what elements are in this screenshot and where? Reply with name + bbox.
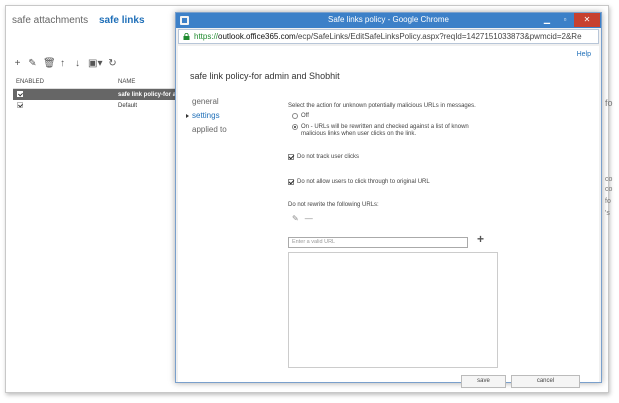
click-through-checkbox[interactable] <box>288 179 294 185</box>
minus-icon[interactable]: — <box>305 214 313 223</box>
click-through-option[interactable]: Do not allow users to click through to o… <box>288 179 430 185</box>
refresh-icon[interactable]: ↻ <box>108 58 117 69</box>
lock-icon <box>183 33 190 40</box>
nav-settings-label: settings <box>192 111 220 120</box>
enabled-checkbox[interactable] <box>17 101 23 108</box>
track-clicks-option[interactable]: Do not track user clicks <box>288 154 359 160</box>
radio-on-label: On - URLs will be rewritten and checked … <box>301 124 469 138</box>
table-row[interactable]: safe link policy-for ad <box>13 89 181 100</box>
add-url-icon[interactable]: + <box>477 232 484 246</box>
policy-name: safe link policy-for ad <box>118 91 180 98</box>
url-host: outlook.office365.com <box>218 32 296 41</box>
add-icon[interactable]: + <box>13 58 22 69</box>
maximize-icon[interactable]: ▫ <box>556 13 574 27</box>
action-label: Select the action for unknown potentiall… <box>288 103 476 109</box>
address-bar[interactable]: https://outlook.office365.com/ecp/SafeLi… <box>178 29 599 44</box>
move-up-icon[interactable]: ↑ <box>58 58 67 69</box>
edit-icon[interactable]: ✎ <box>28 58 37 69</box>
title-bar[interactable]: Safe links policy - Google Chrome ▁ ▫ ✕ <box>176 13 601 28</box>
table-header: ENABLED NAME <box>13 75 181 89</box>
close-icon[interactable]: ✕ <box>574 13 600 27</box>
radio-off-button[interactable] <box>292 113 298 119</box>
console-toolbar: + ✎ 🗑 ↑ ↓ ▣▾ ↻ <box>13 58 117 69</box>
policy-table: ENABLED NAME safe link policy-for ad Def… <box>13 75 181 111</box>
page-title: safe link policy-for admin and Shobhit <box>190 71 340 81</box>
click-through-label: Do not allow users to click through to o… <box>297 179 430 185</box>
radio-on-button[interactable] <box>292 124 298 130</box>
pencil-icon[interactable]: ✎ <box>292 214 299 223</box>
nav-applied-to[interactable]: applied to <box>192 123 227 137</box>
move-down-icon[interactable]: ↓ <box>73 58 82 69</box>
enabled-cell <box>13 101 118 110</box>
minimize-icon[interactable]: ▁ <box>538 13 556 27</box>
url-list-tools: ✎ — <box>292 214 313 223</box>
radio-off-label: Off <box>301 113 309 119</box>
active-arrow-icon <box>186 114 189 118</box>
radio-off[interactable]: Off <box>292 113 309 119</box>
chrome-popup-window: Safe links policy - Google Chrome ▁ ▫ ✕ … <box>175 12 602 388</box>
radio-on[interactable]: On - URLs will be rewritten and checked … <box>292 124 469 138</box>
excluded-url-list[interactable] <box>288 252 498 368</box>
nav-settings[interactable]: settings <box>186 109 227 123</box>
partial-text: co <box>605 186 613 193</box>
tab-safe-links[interactable]: safe links <box>99 15 145 26</box>
partial-text: co <box>605 176 613 183</box>
table-row[interactable]: Default <box>13 100 181 111</box>
column-enabled[interactable]: ENABLED <box>13 79 118 85</box>
partial-text: 's <box>605 210 610 217</box>
save-button[interactable]: save <box>461 375 506 388</box>
help-link[interactable]: Help <box>577 51 591 58</box>
radio-on-line-2: malicious links when user clicks on the … <box>301 131 417 137</box>
column-name[interactable]: NAME <box>118 79 181 85</box>
tab-safe-attachments[interactable]: safe attachments <box>12 15 88 26</box>
partial-text: fo <box>605 198 611 205</box>
console-tabs: safe attachments safe links <box>12 15 153 26</box>
enabled-checkbox[interactable] <box>17 90 23 97</box>
save-icon[interactable]: ▣▾ <box>88 58 102 69</box>
rewrite-label: Do not rewrite the following URLs: <box>288 202 379 208</box>
enabled-cell <box>13 90 118 99</box>
cancel-button[interactable]: cancel <box>511 375 580 388</box>
policy-name: Default <box>118 102 138 109</box>
partial-text: fo <box>605 98 613 108</box>
delete-icon[interactable]: 🗑 <box>43 58 56 69</box>
nav-general[interactable]: general <box>192 95 227 109</box>
radio-on-line-1: On - URLs will be rewritten and checked … <box>301 124 469 130</box>
url-scheme: https:// <box>194 32 219 41</box>
url-input[interactable]: Enter a valid URL <box>288 237 468 248</box>
policy-editor: Help safe link policy-for admin and Shob… <box>178 46 599 388</box>
section-nav: general settings applied to <box>186 95 227 137</box>
window-controls: ▁ ▫ ✕ <box>538 13 600 27</box>
track-clicks-checkbox[interactable] <box>288 154 294 160</box>
track-clicks-label: Do not track user clicks <box>297 154 360 160</box>
url-path: /ecp/SafeLinks/EditSafeLinksPolicy.aspx?… <box>295 32 582 41</box>
